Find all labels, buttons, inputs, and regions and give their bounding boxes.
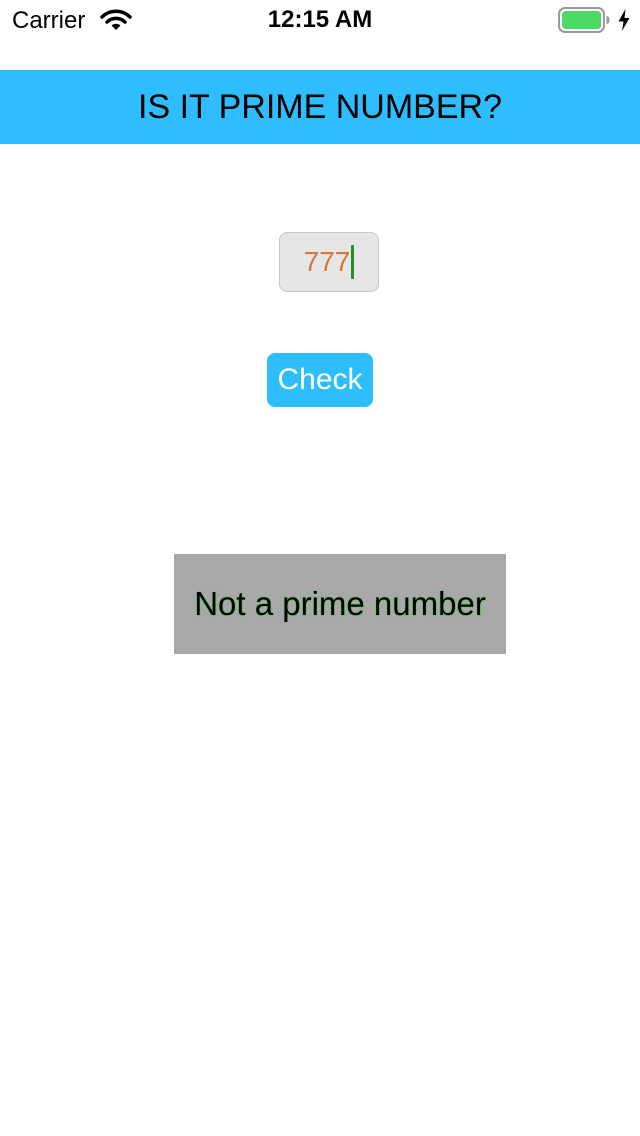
text-cursor (351, 245, 355, 279)
result-box: Not a prime number (174, 554, 506, 654)
result-label: Not a prime number (194, 585, 486, 622)
number-input-value[interactable]: 777 (304, 246, 351, 278)
status-time: 12:15 AM (267, 6, 373, 33)
header-bar: IS IT PRIME NUMBER? (0, 70, 640, 144)
charging-bolt-icon (618, 9, 630, 31)
check-button[interactable]: Check (267, 353, 373, 407)
status-bar: Carrier 12:15 AM (0, 0, 640, 40)
number-input[interactable]: 777 (279, 232, 379, 292)
page-title: IS IT PRIME NUMBER? (138, 87, 502, 126)
battery-icon (558, 7, 610, 33)
